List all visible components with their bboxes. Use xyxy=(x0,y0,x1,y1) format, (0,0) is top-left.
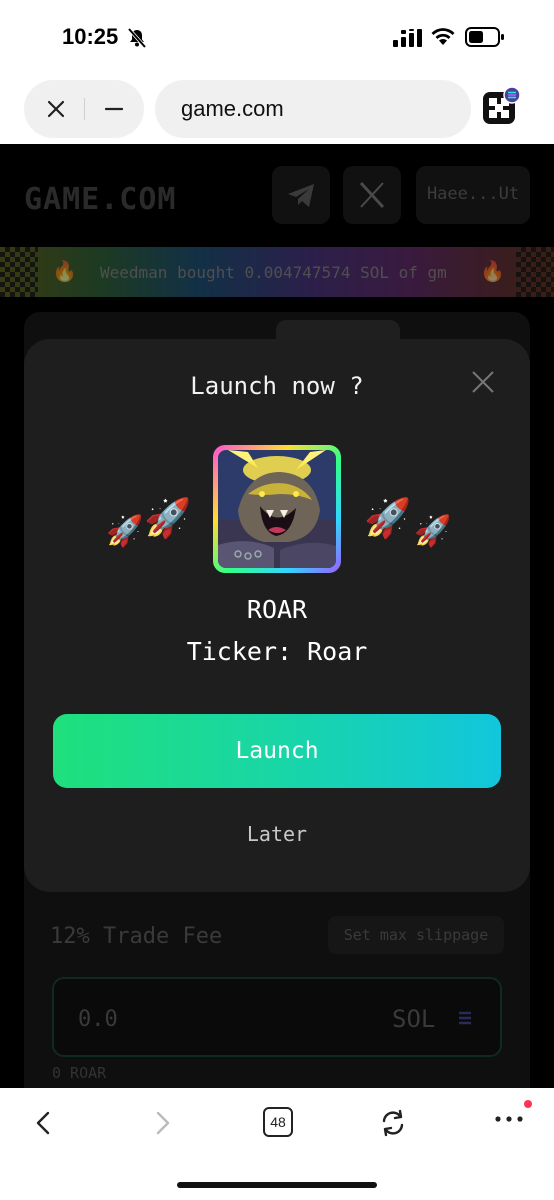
close-icon[interactable] xyxy=(470,369,496,395)
refresh-icon[interactable] xyxy=(378,1108,408,1138)
notification-dot xyxy=(524,1100,532,1108)
cellular-signal-icon xyxy=(393,29,422,47)
ticker-pixel-right xyxy=(516,247,554,297)
x-twitter-button[interactable] xyxy=(343,166,401,224)
home-indicator xyxy=(177,1182,377,1188)
tabs-button[interactable]: 48 xyxy=(263,1107,293,1137)
amount-value: 0.0 xyxy=(78,1007,118,1032)
modal-title: Launch now ? xyxy=(190,372,364,400)
later-button[interactable]: Later xyxy=(204,816,350,856)
launch-modal: Launch now ? 🚀 🚀 🚀 🚀 ROAR Ticker: Roar L… xyxy=(24,339,530,892)
token-ticker: Ticker: Roar xyxy=(186,637,368,666)
rocket-icon: 🚀 xyxy=(364,496,412,540)
url-text: game.com xyxy=(181,96,284,121)
telegram-button[interactable] xyxy=(272,166,330,224)
wallet-address: Haee...Ut xyxy=(426,184,520,204)
bell-muted-icon xyxy=(127,27,147,49)
activity-ticker: 🔥 Weedman bought 0.004747574 SOL of gm 🔥 xyxy=(0,247,554,297)
amount-input[interactable]: 0.0 SOL xyxy=(52,977,502,1057)
more-icon[interactable] xyxy=(494,1114,524,1124)
wifi-icon xyxy=(431,28,455,45)
back-icon[interactable] xyxy=(32,1110,56,1136)
window-controls xyxy=(24,80,144,138)
ticker-text: Weedman bought 0.004747574 SOL of gm xyxy=(100,263,447,282)
close-icon[interactable] xyxy=(44,97,68,121)
browser-bar: game.com xyxy=(0,74,554,144)
fire-icon: 🔥 xyxy=(480,259,505,283)
amount-currency: SOL xyxy=(392,1005,436,1033)
x-icon xyxy=(359,181,385,209)
max-slippage-button[interactable]: Set max slippage xyxy=(328,916,504,954)
address-bar[interactable]: game.com xyxy=(155,80,471,138)
tab-count: 48 xyxy=(270,1114,286,1130)
status-bar: 10:25 xyxy=(0,0,554,74)
max-slippage-label: Set max slippage xyxy=(343,926,489,944)
rocket-icon: 🚀 xyxy=(144,496,192,540)
battery-icon xyxy=(465,27,504,47)
forward-icon[interactable] xyxy=(150,1110,174,1136)
controls-divider xyxy=(84,98,85,120)
later-button-label: Later xyxy=(246,822,308,846)
ticker-pixel-left xyxy=(0,247,38,297)
token-image-frame xyxy=(213,445,341,573)
rocket-icon: 🚀 xyxy=(414,514,452,549)
launch-button-label: Launch xyxy=(235,738,319,764)
solana-icon xyxy=(459,1011,471,1025)
minimize-icon[interactable] xyxy=(102,97,126,121)
wallet-extension-icon[interactable] xyxy=(481,86,521,126)
token-image xyxy=(218,450,336,568)
token-balance-label: 0 ROAR xyxy=(52,1064,107,1082)
fire-icon: 🔥 xyxy=(52,259,77,283)
wallet-button[interactable]: Haee...Ut xyxy=(416,166,530,224)
token-name: ROAR xyxy=(246,595,308,624)
launch-button[interactable]: Launch xyxy=(53,714,501,788)
telegram-icon xyxy=(288,184,314,207)
site-logo[interactable]: GAME.COM xyxy=(24,182,177,217)
trade-fee-label: 12% Trade Fee xyxy=(50,924,223,949)
rocket-icon: 🚀 xyxy=(106,514,144,549)
status-time: 10:25 xyxy=(62,24,119,49)
